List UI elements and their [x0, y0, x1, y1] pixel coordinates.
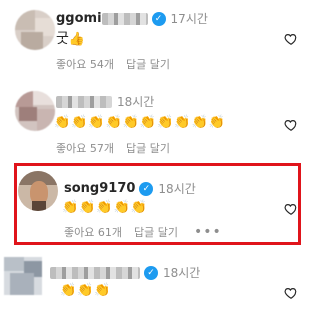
reply-button[interactable]: 답글 달기	[126, 56, 170, 72]
comment-item: ggomi ✓ 17시간 굿👍 좋아요 54개 답글 달기	[0, 0, 315, 80]
avatar[interactable]	[15, 91, 55, 131]
highlight-box	[14, 163, 301, 245]
comment-text: 굿👍	[56, 31, 86, 47]
avatar[interactable]	[4, 257, 42, 295]
comment-text: 👏👏👏👏👏👏👏👏👏👏	[54, 115, 226, 130]
comment-item: 18시간 👏👏👏👏👏👏👏👏👏👏 좋아요 57개 답글 달기	[0, 80, 315, 160]
likes-count[interactable]: 좋아요 57개	[56, 140, 114, 156]
username-blur	[101, 12, 148, 25]
verified-badge-icon: ✓	[151, 11, 166, 26]
avatar[interactable]	[15, 10, 55, 50]
comment-time[interactable]: 18시간	[117, 93, 154, 110]
username-blur[interactable]	[56, 95, 112, 108]
likes-count[interactable]: 좋아요 54개	[56, 56, 114, 72]
heart-outline-icon[interactable]	[284, 32, 298, 46]
comment-time[interactable]: 17시간	[171, 10, 208, 27]
heart-outline-icon[interactable]	[284, 118, 298, 132]
comment-time[interactable]: 18시간	[163, 264, 200, 281]
heart-outline-icon[interactable]	[284, 286, 298, 300]
comment-text: 👏👏👏	[60, 283, 112, 298]
reply-button[interactable]: 답글 달기	[126, 140, 170, 156]
thumbs-up-emoji: 👍	[68, 32, 86, 47]
username-blur[interactable]	[50, 266, 140, 279]
verified-badge-icon: ✓	[144, 265, 158, 280]
username[interactable]: ggomi	[56, 11, 102, 26]
comment-item: ✓ 18시간 👏👏👏	[0, 250, 315, 310]
